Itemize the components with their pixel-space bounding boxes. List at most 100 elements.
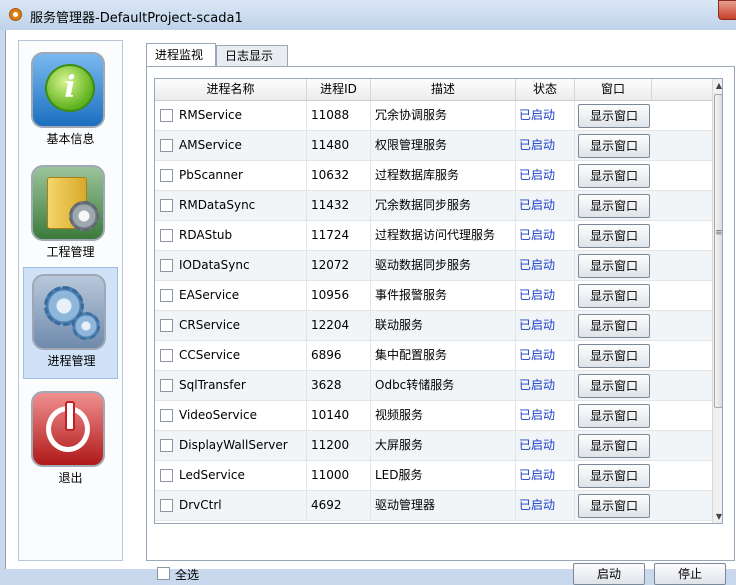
table-row[interactable]: PbScanner 10632 过程数据库服务 已启动 显示窗口: [155, 161, 712, 191]
tab-process-monitor[interactable]: 进程监视: [146, 43, 216, 66]
table-row[interactable]: CCService 6896 集中配置服务 已启动 显示窗口: [155, 341, 712, 371]
table-row[interactable]: RMService 11088 冗余协调服务 已启动 显示窗口: [155, 101, 712, 131]
client-area: i 基本信息 工程管理 进程管理 退出 进程监视 日志显示 进程名称 进程ID …: [5, 30, 736, 585]
row-checkbox[interactable]: [160, 139, 173, 152]
table-row[interactable]: CRService 12204 联动服务 已启动 显示窗口: [155, 311, 712, 341]
process-name: DisplayWallServer: [179, 438, 288, 452]
process-id: 4692: [307, 491, 371, 520]
process-id: 3628: [307, 371, 371, 400]
process-description: 冗余数据同步服务: [371, 191, 516, 220]
cell-process-name: RMDataSync: [155, 191, 307, 220]
show-window-button[interactable]: 显示窗口: [578, 254, 650, 278]
table-row[interactable]: RMDataSync 11432 冗余数据同步服务 已启动 显示窗口: [155, 191, 712, 221]
process-id: 10956: [307, 281, 371, 310]
row-checkbox[interactable]: [160, 109, 173, 122]
status-badge: 已启动: [516, 251, 575, 280]
sidebar-item-label: 退出: [58, 471, 83, 485]
row-checkbox[interactable]: [160, 499, 173, 512]
show-window-button[interactable]: 显示窗口: [578, 404, 650, 428]
row-checkbox[interactable]: [160, 439, 173, 452]
row-checkbox[interactable]: [160, 229, 173, 242]
process-description: 驱动数据同步服务: [371, 251, 516, 280]
scroll-grip-icon: ≡: [715, 228, 723, 238]
table-row[interactable]: LedService 11000 LED服务 已启动 显示窗口: [155, 461, 712, 491]
vertical-scrollbar[interactable]: ▲ ≡ ▼: [712, 79, 723, 523]
table-row[interactable]: AMService 11480 权限管理服务 已启动 显示窗口: [155, 131, 712, 161]
start-button[interactable]: 启动: [573, 563, 645, 585]
show-window-button[interactable]: 显示窗口: [578, 134, 650, 158]
table-row[interactable]: DisplayWallServer 11200 大屏服务 已启动 显示窗口: [155, 431, 712, 461]
show-window-button[interactable]: 显示窗口: [578, 284, 650, 308]
process-description: 视频服务: [371, 401, 516, 430]
cell-process-name: PbScanner: [155, 161, 307, 190]
stop-button[interactable]: 停止: [654, 563, 726, 585]
process-name: VideoService: [179, 408, 257, 422]
row-checkbox[interactable]: [160, 199, 173, 212]
status-badge: 已启动: [516, 161, 575, 190]
sidebar-item-basic-info[interactable]: i 基本信息: [23, 46, 118, 158]
column-header-status[interactable]: 状态: [516, 79, 575, 100]
show-window-button[interactable]: 显示窗口: [578, 104, 650, 128]
show-window-button[interactable]: 显示窗口: [578, 344, 650, 368]
process-id: 11432: [307, 191, 371, 220]
show-window-button[interactable]: 显示窗口: [578, 194, 650, 218]
column-header-process-name[interactable]: 进程名称: [155, 79, 307, 100]
process-id: 12204: [307, 311, 371, 340]
row-checkbox[interactable]: [160, 379, 173, 392]
row-checkbox[interactable]: [160, 169, 173, 182]
scrollbar-thumb[interactable]: [714, 94, 722, 408]
cell-process-name: DisplayWallServer: [155, 431, 307, 460]
column-header-description[interactable]: 描述: [371, 79, 516, 100]
process-id: 11480: [307, 131, 371, 160]
show-window-button[interactable]: 显示窗口: [578, 464, 650, 488]
status-badge: 已启动: [516, 101, 575, 130]
table-row[interactable]: SqlTransfer 3628 Odbc转储服务 已启动 显示窗口: [155, 371, 712, 401]
sidebar-item-exit[interactable]: 退出: [23, 385, 118, 497]
row-checkbox[interactable]: [160, 319, 173, 332]
table-row[interactable]: EAService 10956 事件报警服务 已启动 显示窗口: [155, 281, 712, 311]
row-checkbox[interactable]: [160, 349, 173, 362]
process-table: 进程名称 进程ID 描述 状态 窗口 RMService 11088 冗余协调服务已…: [154, 78, 723, 524]
table-row[interactable]: RDAStub 11724 过程数据访问代理服务 已启动 显示窗口: [155, 221, 712, 251]
column-header-process-id[interactable]: 进程ID: [307, 79, 371, 100]
process-id: 11000: [307, 461, 371, 490]
row-checkbox[interactable]: [160, 289, 173, 302]
show-window-button[interactable]: 显示窗口: [578, 494, 650, 518]
process-description: Odbc转储服务: [371, 371, 516, 400]
table-header: 进程名称 进程ID 描述 状态 窗口: [155, 79, 712, 101]
table-row[interactable]: DrvCtrl 4692 驱动管理器 已启动 显示窗口: [155, 491, 712, 521]
process-id: 11088: [307, 101, 371, 130]
process-id: 10140: [307, 401, 371, 430]
process-name: LedService: [179, 468, 245, 482]
show-window-button[interactable]: 显示窗口: [578, 164, 650, 188]
close-button[interactable]: [718, 0, 736, 20]
process-description: 集中配置服务: [371, 341, 516, 370]
cell-process-name: EAService: [155, 281, 307, 310]
show-window-button[interactable]: 显示窗口: [578, 224, 650, 248]
status-badge: 已启动: [516, 221, 575, 250]
row-checkbox[interactable]: [160, 259, 173, 272]
process-description: 权限管理服务: [371, 131, 516, 160]
process-name: CCService: [179, 348, 241, 362]
show-window-button[interactable]: 显示窗口: [578, 314, 650, 338]
cell-process-name: SqlTransfer: [155, 371, 307, 400]
scroll-up-arrow-icon[interactable]: ▲: [713, 80, 722, 92]
table-row[interactable]: VideoService 10140 视频服务 已启动 显示窗口: [155, 401, 712, 431]
show-window-button[interactable]: 显示窗口: [578, 374, 650, 398]
process-description: 过程数据库服务: [371, 161, 516, 190]
cell-process-name: CRService: [155, 311, 307, 340]
process-name: CRService: [179, 318, 241, 332]
status-badge: 已启动: [516, 341, 575, 370]
process-name: SqlTransfer: [179, 378, 246, 392]
scroll-down-arrow-icon[interactable]: ▼: [713, 511, 722, 523]
cell-process-name: CCService: [155, 341, 307, 370]
table-row[interactable]: IODataSync 12072 驱动数据同步服务 已启动 显示窗口: [155, 251, 712, 281]
tab-log-display[interactable]: 日志显示: [216, 45, 288, 66]
row-checkbox[interactable]: [160, 469, 173, 482]
show-window-button[interactable]: 显示窗口: [578, 434, 650, 458]
sidebar-item-project-management[interactable]: 工程管理: [23, 159, 118, 271]
status-badge: 已启动: [516, 131, 575, 160]
sidebar-item-process-management[interactable]: 进程管理: [23, 267, 118, 379]
column-header-window[interactable]: 窗口: [575, 79, 652, 100]
row-checkbox[interactable]: [160, 409, 173, 422]
